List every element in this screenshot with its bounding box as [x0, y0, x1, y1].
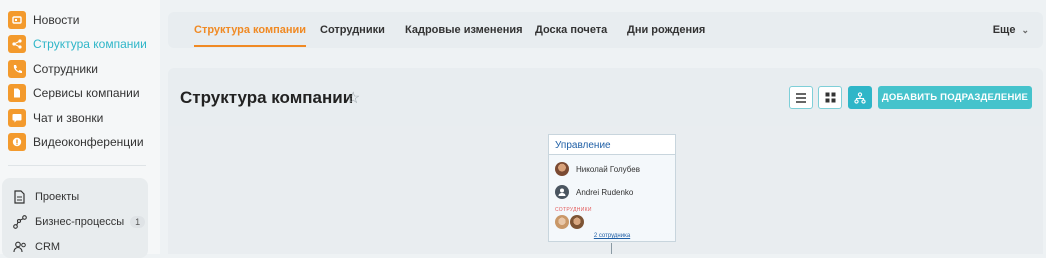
sidebar-item-label: Сотрудники [33, 62, 98, 76]
avatar[interactable] [570, 215, 584, 229]
structure-icon [8, 35, 26, 53]
sidebar-item-label: Бизнес-процессы [35, 216, 125, 228]
tree-view-button[interactable] [848, 86, 872, 109]
org-chart-canvas[interactable]: Управление Николай Голубев Andrei Rudenk… [168, 126, 1043, 254]
crm-icon [12, 240, 27, 255]
top-tabs: Структура компании Сотрудники Кадровые и… [168, 12, 1043, 48]
department-title[interactable]: Управление [549, 135, 675, 155]
page-title: Структура компании [180, 88, 354, 107]
document-icon [8, 84, 26, 102]
video-icon [8, 133, 26, 151]
sidebar-item-business-processes[interactable]: Бизнес-процессы 1 [12, 212, 146, 232]
grid-icon [825, 92, 835, 103]
user-placeholder-icon [555, 185, 569, 199]
employee-avatars [555, 215, 585, 229]
sidebar-item-label: Сервисы компании [33, 86, 140, 100]
sidebar-item-label: Новости [33, 13, 80, 27]
person-name: Николай Голубев [576, 164, 640, 174]
org-tree-icon [854, 91, 866, 104]
sidebar-divider [8, 165, 146, 166]
tab-structure[interactable]: Структура компании [194, 12, 307, 48]
left-sidebar: Новости Структура компании Сотрудники Се… [0, 0, 160, 258]
sidebar-item-services[interactable]: Сервисы компании [8, 82, 140, 104]
list-icon [796, 92, 806, 103]
add-department-button[interactable]: ДОБАВИТЬ ПОДРАЗДЕЛЕНИЕ [878, 86, 1032, 109]
sidebar-item-label: CRM [35, 241, 61, 253]
sidebar-item-label: Структура компании [33, 37, 147, 51]
tab-birthdays[interactable]: Дни рождения [627, 12, 705, 48]
favorite-star-icon[interactable]: ☆ [346, 88, 360, 108]
sidebar-secondary-group: Проекты Бизнес-процессы 1 CRM [2, 178, 148, 258]
avatar [555, 162, 569, 176]
sidebar-item-label: Чат и звонки [33, 111, 104, 125]
sidebar-item-news[interactable]: Новости [8, 9, 79, 31]
department-head[interactable]: Николай Голубев [555, 162, 640, 176]
sidebar-item-structure[interactable]: Структура компании [8, 33, 147, 55]
employees-count-link[interactable]: 2 сотрудника [549, 233, 675, 239]
department-card[interactable]: Управление Николай Голубев Andrei Rudenk… [548, 134, 676, 242]
department-deputy[interactable]: Andrei Rudenko [555, 185, 633, 199]
more-tabs-button[interactable]: Еще ⌄ [993, 12, 1029, 48]
person-name: Andrei Rudenko [576, 187, 634, 197]
sidebar-item-projects[interactable]: Проекты [12, 187, 79, 207]
chevron-down-icon: ⌄ [1021, 24, 1029, 35]
sidebar-item-crm[interactable]: CRM [12, 237, 60, 257]
tree-connector-line [611, 243, 612, 254]
news-icon [8, 11, 26, 29]
page-header: Структура компании ☆ ДОБАВИТЬ ПОДРАЗДЕЛЕ… [168, 68, 1043, 126]
tab-staff-changes[interactable]: Кадровые изменения [405, 12, 523, 48]
sidebar-item-label: Видеоконференции [33, 135, 144, 149]
projects-icon [12, 190, 27, 205]
chat-icon [8, 109, 26, 127]
employees-label: СОТРУДНИКИ [555, 207, 592, 213]
list-view-button[interactable] [789, 86, 813, 109]
tab-honor-board[interactable]: Доска почета [535, 12, 607, 48]
grid-view-button[interactable] [818, 86, 842, 109]
sidebar-item-employees[interactable]: Сотрудники [8, 58, 98, 80]
sidebar-item-chat[interactable]: Чат и звонки [8, 107, 103, 129]
more-tabs-label: Еще [992, 24, 1016, 36]
sidebar-item-video[interactable]: Видеоконференции [8, 131, 144, 153]
tab-employees[interactable]: Сотрудники [320, 12, 385, 48]
phone-icon [8, 60, 26, 78]
avatar[interactable] [555, 215, 569, 229]
count-badge: 1 [130, 216, 146, 228]
sidebar-item-label: Проекты [35, 191, 80, 203]
process-icon [12, 215, 27, 230]
